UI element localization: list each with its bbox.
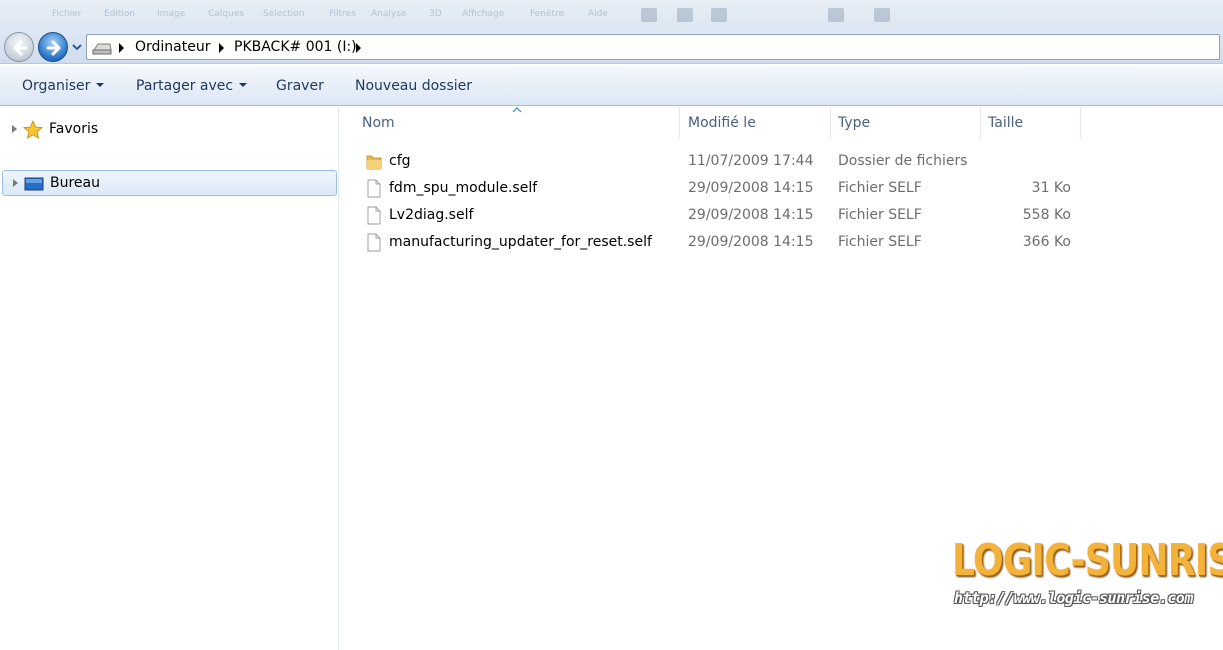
folder-icon — [366, 155, 382, 170]
background-menu-bar: Fichier Edition Image Calques Sélection … — [0, 0, 1223, 30]
nav-item-label: Bureau — [50, 175, 100, 191]
watermark-url: http://www.logic-sunrise.com — [954, 589, 1193, 607]
expand-arrow-icon[interactable] — [13, 179, 18, 187]
breadcrumb-separator-icon[interactable] — [119, 43, 124, 53]
share-with-label: Partager avec — [136, 78, 234, 94]
file-row[interactable]: fdm_spu_module.self 29/09/2008 14:15 Fic… — [360, 175, 1080, 202]
forward-button[interactable] — [38, 32, 68, 62]
nav-item-desktop[interactable]: Bureau — [2, 170, 337, 196]
file-modified: 11/07/2009 17:44 — [688, 153, 814, 169]
column-header-size[interactable]: Taille — [981, 107, 1081, 139]
file-name: cfg — [389, 153, 411, 169]
dropdown-caret-icon — [96, 83, 105, 87]
bg-toolbar-icon — [828, 8, 844, 22]
file-modified: 29/09/2008 14:15 — [688, 180, 814, 196]
file-modified: 29/09/2008 14:15 — [688, 234, 814, 250]
column-header-name[interactable]: Nom — [355, 107, 680, 139]
column-header-label: Taille — [988, 115, 1024, 131]
burn-button[interactable]: Graver — [276, 78, 324, 94]
column-header-label: Nom — [362, 115, 395, 131]
dropdown-caret-icon — [239, 83, 248, 87]
file-modified: 29/09/2008 14:15 — [688, 207, 814, 223]
file-size: 558 Ko — [1022, 207, 1071, 223]
file-name: Lv2diag.self — [389, 207, 474, 223]
file-name: fdm_spu_module.self — [389, 180, 538, 196]
share-with-button[interactable]: Partager avec — [136, 78, 248, 94]
bg-menu-item: Image — [157, 9, 186, 19]
bg-toolbar-icon — [711, 8, 727, 22]
drive-icon — [92, 43, 112, 55]
back-button[interactable] — [4, 32, 34, 62]
bg-menu-item: 3D — [429, 9, 442, 19]
new-folder-label: Nouveau dossier — [355, 78, 473, 94]
file-size: 366 Ko — [1022, 234, 1071, 250]
expand-arrow-icon[interactable] — [12, 125, 17, 133]
column-header-modified[interactable]: Modifié le — [681, 107, 831, 139]
file-name: manufacturing_updater_for_reset.self — [389, 234, 652, 250]
address-bar[interactable]: Ordinateur PKBACK# 001 (I:) — [86, 34, 1220, 60]
file-icon — [367, 206, 381, 225]
bg-toolbar-icon — [641, 8, 657, 22]
bg-menu-item: Fenêtre — [530, 9, 565, 19]
bg-toolbar-icon — [874, 8, 890, 22]
bg-menu-item: Analyse — [371, 9, 407, 19]
file-type: Fichier SELF — [838, 234, 922, 250]
bg-menu-item: Calques — [208, 9, 244, 19]
navigation-pane: Favoris Bureau — [0, 107, 339, 650]
breadcrumb-separator-icon[interactable] — [219, 43, 224, 53]
navigation-bar: Ordinateur PKBACK# 001 (I:) — [0, 30, 1223, 64]
arrow-right-icon — [46, 40, 61, 56]
nav-item-label: Favoris — [49, 121, 99, 137]
breadcrumb-drive[interactable]: PKBACK# 001 (I:) — [234, 39, 357, 55]
desktop-icon — [24, 177, 44, 191]
arrow-left-icon — [13, 40, 28, 56]
file-size: 31 Ko — [1031, 180, 1071, 196]
breadcrumb-separator-icon[interactable] — [356, 43, 361, 53]
nav-item-favorites[interactable]: Favoris — [2, 117, 337, 143]
file-icon — [367, 233, 381, 252]
watermark: LOGIC-SUNRISE http://www.logic-sunrise.c… — [952, 535, 1223, 615]
column-header-type[interactable]: Type — [831, 107, 981, 139]
new-folder-button[interactable]: Nouveau dossier — [355, 78, 472, 94]
bg-menu-item: Affichage — [462, 9, 505, 19]
organize-button[interactable]: Organiser — [22, 78, 105, 94]
bg-toolbar-icon — [677, 8, 693, 22]
file-row[interactable]: cfg 11/07/2009 17:44 Dossier de fichiers — [360, 148, 1080, 175]
bg-menu-item: Sélection — [263, 9, 305, 19]
organize-label: Organiser — [22, 78, 91, 94]
file-type: Dossier de fichiers — [838, 153, 968, 169]
recent-pages-chevron-icon[interactable] — [71, 42, 83, 52]
file-row[interactable]: Lv2diag.self 29/09/2008 14:15 Fichier SE… — [360, 202, 1080, 229]
star-icon — [23, 120, 43, 140]
command-toolbar: Organiser Partager avec Graver Nouveau d… — [0, 66, 1223, 106]
file-row[interactable]: manufacturing_updater_for_reset.self 29/… — [360, 229, 1080, 256]
column-header-label: Modifié le — [688, 115, 756, 131]
bg-menu-item: Edition — [104, 9, 136, 19]
burn-label: Graver — [276, 78, 324, 94]
file-type: Fichier SELF — [838, 180, 922, 196]
bg-menu-item: Filtres — [329, 9, 356, 19]
bg-menu-item: Aide — [588, 9, 608, 19]
file-type: Fichier SELF — [838, 207, 922, 223]
breadcrumb-computer[interactable]: Ordinateur — [135, 39, 211, 55]
bg-menu-item: Fichier — [52, 9, 82, 19]
watermark-logo: LOGIC-SUNRISE — [952, 535, 1223, 586]
column-header-label: Type — [838, 115, 871, 131]
file-icon — [367, 179, 381, 198]
